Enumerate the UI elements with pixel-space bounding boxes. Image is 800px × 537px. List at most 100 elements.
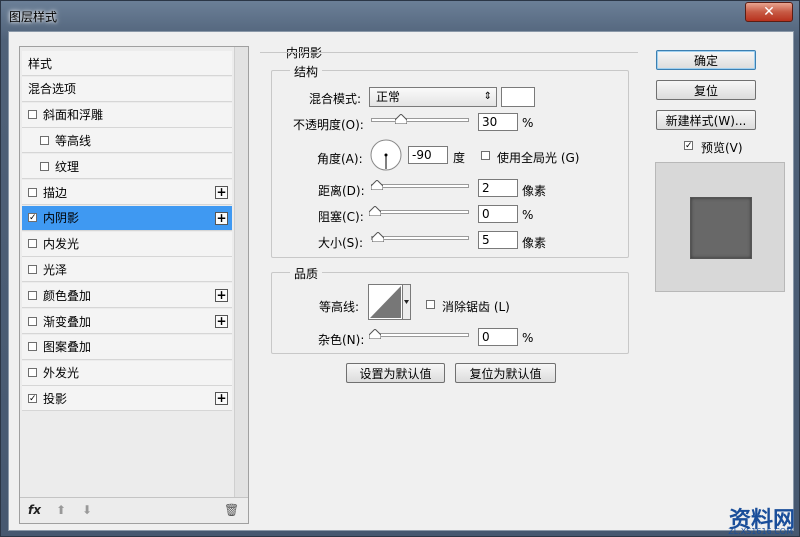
list-item-checkbox[interactable] [28, 342, 37, 352]
fx-icon[interactable]: fx [28, 503, 41, 517]
choke-input[interactable]: 0 [478, 205, 518, 223]
close-button[interactable]: ✕ [745, 2, 793, 22]
list-item-checkbox[interactable] [28, 290, 37, 300]
preview-checkbox[interactable]: ✓ [684, 141, 693, 151]
size-slider-thumb[interactable] [372, 232, 384, 242]
global-light-label: 使用全局光 (G) [497, 151, 580, 165]
opacity-slider[interactable] [371, 118, 469, 122]
list-item-12[interactable]: 外发光 [22, 360, 232, 386]
choke-label: 阻塞(C): [318, 210, 364, 224]
noise-input[interactable]: 0 [478, 328, 518, 346]
blend-mode-select[interactable]: 正常 ⇕ [369, 87, 497, 107]
choke-slider[interactable] [371, 210, 469, 214]
opacity-unit: % [522, 116, 534, 130]
opacity-label: 不透明度(O): [293, 118, 364, 132]
distance-label: 距离(D): [318, 184, 365, 198]
list-item-8[interactable]: 光泽 [22, 257, 232, 283]
list-item-checkbox[interactable] [40, 161, 49, 171]
list-item-label: 投影 [43, 391, 68, 406]
list-item-label: 图案叠加 [43, 340, 92, 355]
list-item-checkbox[interactable] [28, 239, 37, 249]
antialias-checkbox[interactable] [426, 300, 435, 309]
add-effect-icon[interactable]: + [215, 392, 228, 406]
list-item-checkbox[interactable]: ✓ [28, 213, 37, 223]
select-arrow-icon: ⇕ [483, 91, 492, 102]
quality-title: 品质 [290, 265, 323, 282]
size-input[interactable]: 5 [478, 231, 518, 249]
move-down-icon[interactable]: ⬇ [82, 503, 92, 517]
list-item-label: 混合选项 [28, 82, 77, 97]
reset-default-button[interactable]: 复位为默认值 [455, 363, 556, 383]
move-up-icon[interactable]: ⬆ [56, 503, 66, 517]
list-item-2[interactable]: 斜面和浮雕 [22, 102, 232, 128]
list-item-checkbox[interactable] [40, 135, 49, 145]
add-effect-icon[interactable]: + [215, 315, 228, 328]
list-item-checkbox[interactable] [28, 264, 37, 274]
global-light-checkbox[interactable] [481, 151, 490, 160]
close-icon: ✕ [763, 4, 775, 20]
add-effect-icon[interactable]: + [215, 186, 228, 199]
structure-title: 结构 [290, 63, 323, 80]
distance-slider[interactable] [371, 184, 469, 188]
distance-slider-thumb[interactable] [371, 180, 383, 190]
list-item-label: 外发光 [43, 366, 80, 381]
noise-slider[interactable] [371, 333, 469, 337]
new-style-button[interactable]: 新建样式(W)... [656, 110, 756, 130]
dialog-client: fx ⬆ ⬇ 🗑 样式混合选项斜面和浮雕等高线纹理描边 + ✓ 内阴影 + 内发光光泽颜色… [8, 31, 794, 531]
add-effect-icon[interactable]: + [215, 289, 228, 303]
list-item-label: 内阴影 [43, 211, 80, 226]
list-item-7[interactable]: 内发光 [22, 231, 232, 257]
size-unit: 像素 [522, 236, 547, 250]
set-default-button[interactable]: 设置为默认值 [346, 363, 445, 383]
list-item-0[interactable]: 样式 [22, 51, 232, 76]
list-item-label: 斜面和浮雕 [43, 108, 104, 123]
angle-input[interactable]: -90 [408, 146, 448, 164]
preview-swatch [690, 197, 752, 259]
blend-mode-value: 正常 [376, 90, 401, 104]
size-slider[interactable] [371, 236, 469, 240]
list-item-checkbox[interactable] [28, 316, 37, 326]
list-item-checkbox[interactable] [28, 110, 37, 120]
distance-input[interactable]: 2 [478, 179, 518, 197]
list-item-5[interactable]: 描边 + [22, 180, 232, 205]
opacity-slider-thumb[interactable] [395, 114, 407, 124]
choke-slider-thumb[interactable] [369, 206, 381, 216]
preview-area [655, 162, 785, 292]
list-item-label: 光泽 [43, 262, 68, 277]
list-item-label: 纹理 [55, 159, 80, 174]
list-item-1[interactable]: 混合选项 [22, 76, 232, 102]
angle-label: 角度(A): [317, 152, 363, 166]
angle-dial-icon[interactable] [369, 138, 403, 172]
dialog-window: 图层样式 ✕ fx ⬆ ⬇ 🗑 样式混合选项斜面和浮雕等高线纹理描边 + ✓ 内阴影 +… [0, 0, 800, 537]
list-scrollbar[interactable] [234, 47, 248, 499]
list-item-13[interactable]: ✓ 投影 + [22, 386, 232, 412]
list-footer: fx ⬆ ⬇ 🗑 [20, 497, 248, 523]
distance-unit: 像素 [522, 184, 547, 198]
list-item-label: 渐变叠加 [43, 314, 92, 329]
shadow-color-swatch[interactable] [501, 87, 535, 107]
list-item-checkbox[interactable] [28, 368, 37, 378]
list-item-label: 等高线 [55, 133, 92, 148]
noise-unit: % [522, 331, 534, 345]
list-item-4[interactable]: 纹理 [22, 154, 232, 180]
add-effect-icon[interactable]: + [215, 211, 228, 225]
opacity-input[interactable]: 30 [478, 113, 518, 131]
ok-button[interactable]: 确定 [656, 50, 756, 70]
trash-icon[interactable]: 🗑 [224, 503, 239, 517]
list-item-6[interactable]: ✓ 内阴影 + [22, 205, 232, 231]
contour-picker-icon[interactable] [368, 284, 411, 320]
list-item-label: 样式 [28, 56, 53, 71]
style-list: fx ⬆ ⬇ 🗑 样式混合选项斜面和浮雕等高线纹理描边 + ✓ 内阴影 + 内发光光泽颜色… [19, 46, 249, 524]
title-bar[interactable]: 图层样式 ✕ [1, 1, 799, 31]
list-item-checkbox[interactable] [28, 187, 37, 197]
list-item-3[interactable]: 等高线 [22, 128, 232, 154]
reset-button[interactable]: 复位 [656, 80, 756, 100]
contour-label: 等高线: [319, 300, 360, 314]
list-item-10[interactable]: 渐变叠加 + [22, 309, 232, 334]
list-item-checkbox[interactable]: ✓ [28, 393, 37, 403]
noise-slider-thumb[interactable] [369, 329, 381, 339]
list-item-11[interactable]: 图案叠加 [22, 334, 232, 360]
preview-label: 预览(V) [701, 141, 743, 155]
choke-unit: % [522, 208, 534, 222]
list-item-9[interactable]: 颜色叠加 + [22, 283, 232, 309]
